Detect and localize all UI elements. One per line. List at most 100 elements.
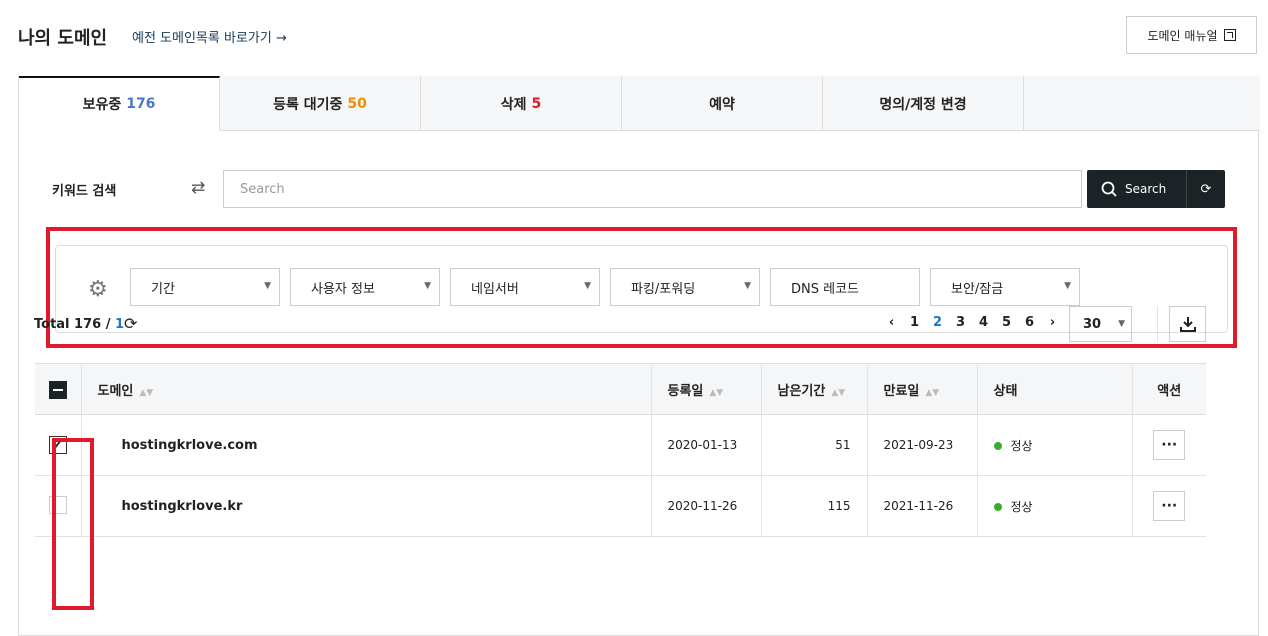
manual-button-label: 도메인 매뉴얼 bbox=[1147, 28, 1218, 43]
remaining-days: 51 bbox=[761, 414, 868, 476]
header-label: 등록일 bbox=[667, 383, 704, 399]
domain-name[interactable]: hostingkrlove.kr bbox=[81, 475, 652, 537]
filter-label: 네임서버 bbox=[471, 281, 519, 297]
filter-user-info[interactable]: 사용자 정보 ▼ bbox=[290, 268, 440, 306]
per-page-value: 30 bbox=[1083, 316, 1102, 332]
filter-security-lock[interactable]: 보안/잠금 ▼ bbox=[930, 268, 1080, 306]
header-status: 상태 bbox=[977, 363, 1133, 415]
filter-label: DNS 레코드 bbox=[791, 281, 859, 297]
action-cell: ··· bbox=[1132, 475, 1206, 537]
registered-date: 2020-11-26 bbox=[651, 475, 762, 537]
sort-icon: ▲▼ bbox=[925, 387, 940, 398]
per-page-select[interactable]: 30 ▼ bbox=[1069, 306, 1132, 342]
status-dot-icon bbox=[993, 441, 1002, 450]
page-6[interactable]: 6 bbox=[1018, 315, 1041, 330]
filter-label: 보안/잠금 bbox=[951, 281, 1004, 297]
search-button[interactable]: Search bbox=[1087, 170, 1186, 208]
filter-parking-forwarding[interactable]: 파킹/포워딩 ▼ bbox=[610, 268, 760, 306]
tab-label: 등록 대기중 bbox=[273, 96, 343, 113]
prev-page-button[interactable]: ‹ bbox=[880, 315, 903, 330]
status-text: 정상 bbox=[1010, 438, 1033, 453]
search-icon bbox=[1101, 181, 1117, 197]
header-label: 만료일 bbox=[883, 383, 920, 399]
registered-date: 2020-01-13 bbox=[651, 414, 762, 476]
header-domain[interactable]: 도메인 ▲▼ bbox=[81, 363, 652, 415]
sort-icon: ▲▼ bbox=[709, 387, 724, 398]
header-label: 도메인 bbox=[97, 383, 134, 399]
status-text: 정상 bbox=[1010, 499, 1033, 514]
header-registered[interactable]: 등록일 ▲▼ bbox=[651, 363, 762, 415]
filter-dns-record[interactable]: DNS 레코드 bbox=[770, 268, 920, 306]
row-checkbox[interactable] bbox=[48, 495, 67, 514]
current-page-number: 1 bbox=[114, 317, 125, 332]
page-5[interactable]: 5 bbox=[995, 315, 1018, 330]
divider bbox=[1157, 306, 1158, 342]
sort-icon: ▲▼ bbox=[139, 387, 154, 398]
status-tabs: 보유중 176 등록 대기중 50 삭제 5 예약 명의/계정 변경 bbox=[19, 76, 1260, 131]
header-expires[interactable]: 만료일 ▲▼ bbox=[867, 363, 978, 415]
domain-manual-button[interactable]: 도메인 매뉴얼 bbox=[1126, 16, 1257, 54]
tab-count: 5 bbox=[531, 95, 542, 112]
tab-label: 보유중 bbox=[82, 97, 122, 113]
remaining-days: 115 bbox=[761, 475, 868, 537]
tab-label: 예약 bbox=[709, 96, 735, 113]
old-domain-list-link[interactable]: 예전 도메인목록 바로가기 → bbox=[132, 27, 287, 46]
status-cell: 정상 bbox=[977, 414, 1133, 476]
row-check-cell: ✔ bbox=[35, 414, 82, 476]
more-actions-button[interactable]: ··· bbox=[1153, 430, 1186, 460]
tab-label: 삭제 bbox=[500, 96, 527, 113]
header-action: 액션 bbox=[1132, 363, 1206, 415]
sort-icon: ▲▼ bbox=[831, 387, 846, 398]
header-label: 남은기간 bbox=[777, 383, 826, 399]
total-count: Total 176 / 1 bbox=[34, 317, 124, 332]
caret-down-icon: ▼ bbox=[264, 281, 271, 291]
tab-deleted[interactable]: 삭제 5 bbox=[421, 76, 622, 131]
page-4[interactable]: 4 bbox=[972, 315, 995, 330]
download-button[interactable] bbox=[1169, 306, 1206, 342]
next-page-button[interactable]: › bbox=[1041, 315, 1064, 330]
filter-nameserver[interactable]: 네임서버 ▼ bbox=[450, 268, 600, 306]
domain-card: 보유중 176 등록 대기중 50 삭제 5 예약 명의/계정 변경 키워드 검… bbox=[18, 76, 1260, 636]
row-check-cell bbox=[35, 475, 82, 537]
external-link-icon bbox=[1223, 29, 1236, 41]
row-checkbox[interactable]: ✔ bbox=[48, 436, 67, 454]
header-label: 상태 bbox=[993, 383, 1018, 399]
page-2[interactable]: 2 bbox=[926, 315, 949, 330]
tab-reserved[interactable]: 예약 bbox=[622, 76, 823, 131]
gear-icon[interactable]: ⚙ bbox=[88, 277, 108, 302]
swap-icon[interactable]: ⇄ bbox=[191, 178, 205, 198]
tab-owner-change[interactable]: 명의/계정 변경 bbox=[823, 76, 1024, 131]
expire-date: 2021-09-23 bbox=[867, 414, 978, 476]
page-3[interactable]: 3 bbox=[949, 315, 972, 330]
more-actions-button[interactable]: ··· bbox=[1153, 491, 1186, 521]
status-cell: 정상 bbox=[977, 475, 1133, 537]
search-button-group: Search ⟳ bbox=[1087, 170, 1225, 208]
search-input[interactable] bbox=[223, 170, 1082, 208]
tab-pending[interactable]: 등록 대기중 50 bbox=[220, 76, 421, 131]
table-row: hostingkrlove.kr 2020-11-26 115 2021-11-… bbox=[35, 475, 1206, 537]
pagination: ‹ 1 2 3 4 5 6 › bbox=[880, 315, 1064, 330]
tab-label: 명의/계정 변경 bbox=[879, 96, 967, 113]
caret-down-icon: ▼ bbox=[744, 281, 751, 291]
download-icon bbox=[1179, 317, 1196, 332]
page-title: 나의 도메인 bbox=[18, 28, 108, 49]
refresh-icon[interactable]: ⟳ bbox=[124, 314, 137, 333]
filter-label: 사용자 정보 bbox=[311, 281, 375, 297]
reset-search-button[interactable]: ⟳ bbox=[1187, 182, 1225, 197]
keyword-search-label: 키워드 검색 bbox=[52, 184, 117, 199]
total-label: Total 176 / bbox=[34, 317, 115, 332]
domain-name[interactable]: hostingkrlove.com bbox=[81, 414, 652, 476]
filter-label: 기간 bbox=[151, 281, 175, 297]
caret-down-icon: ▼ bbox=[424, 281, 431, 291]
caret-down-icon: ▼ bbox=[1064, 281, 1071, 291]
page-1[interactable]: 1 bbox=[903, 315, 926, 330]
select-all-cell bbox=[35, 363, 82, 415]
select-all-checkbox[interactable] bbox=[48, 380, 67, 399]
tab-owned[interactable]: 보유중 176 bbox=[19, 76, 220, 131]
filter-label: 파킹/포워딩 bbox=[631, 281, 696, 297]
header-remaining[interactable]: 남은기간 ▲▼ bbox=[761, 363, 868, 415]
filter-period[interactable]: 기간 ▼ bbox=[130, 268, 280, 306]
search-button-label: Search bbox=[1125, 182, 1167, 196]
expire-date: 2021-11-26 bbox=[867, 475, 978, 537]
caret-down-icon: ▼ bbox=[584, 281, 591, 291]
